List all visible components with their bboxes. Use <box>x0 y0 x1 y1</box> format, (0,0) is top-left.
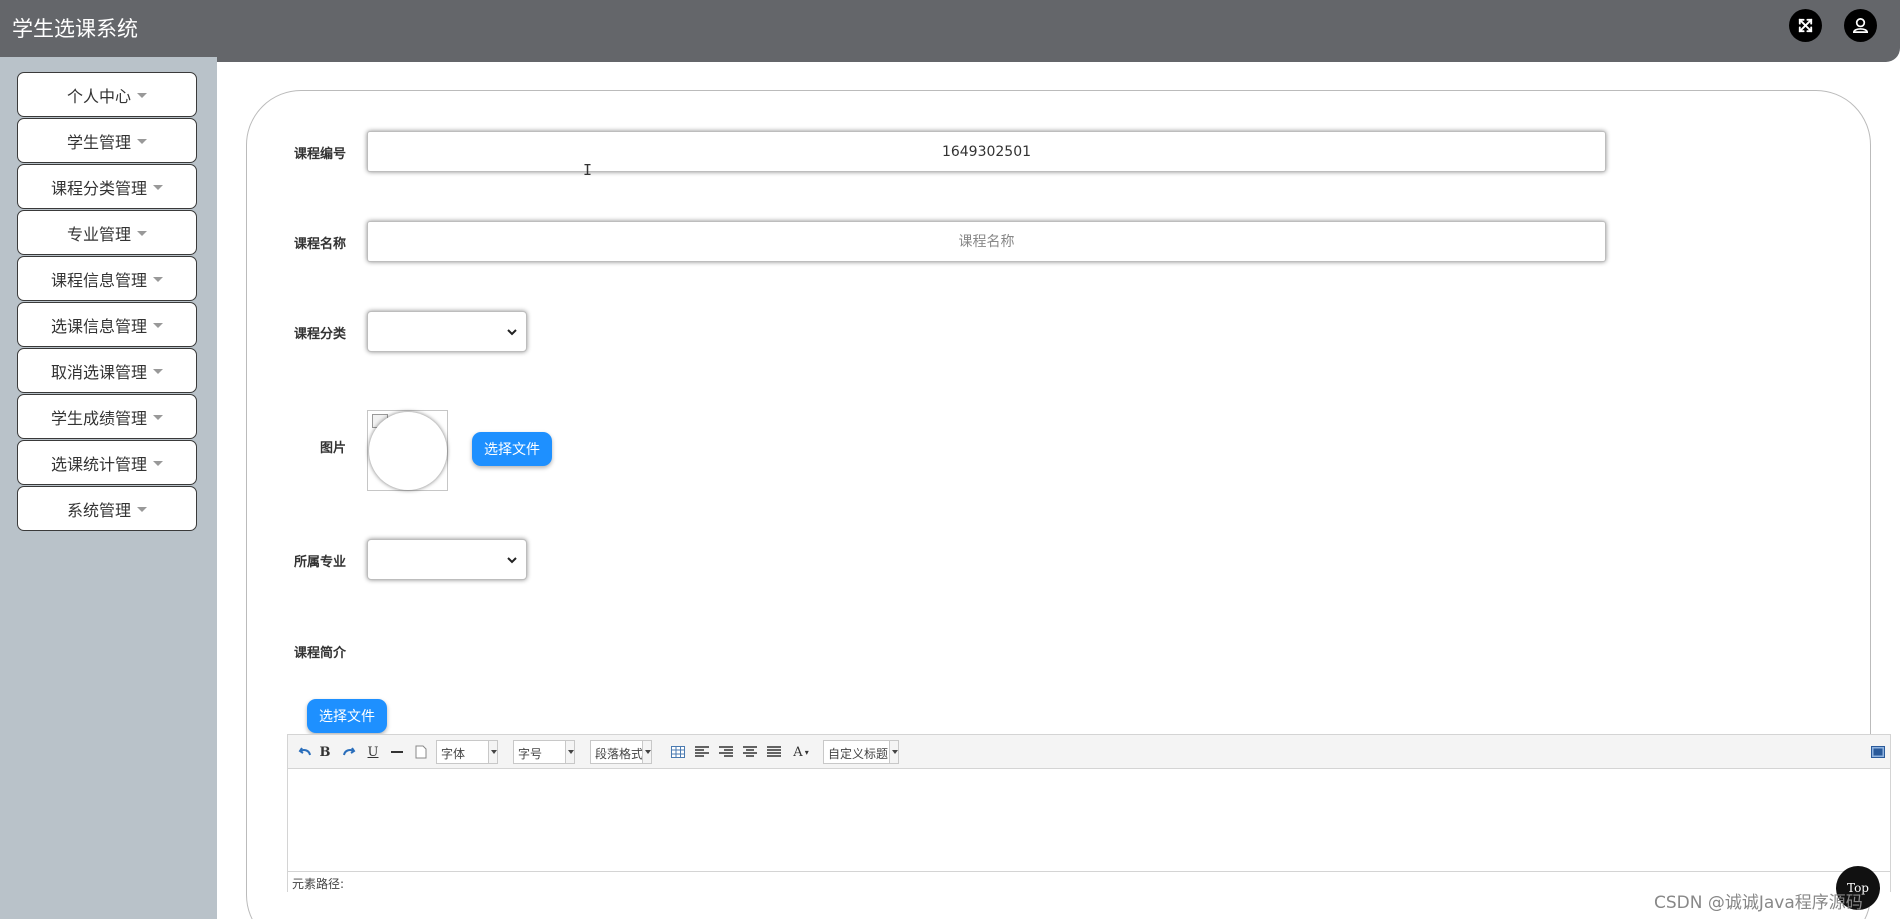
sidebar-item-grade-management[interactable]: 学生成绩管理 <box>17 394 197 439</box>
sidebar-item-course-info-management[interactable]: 课程信息管理 <box>17 256 197 301</box>
caret-down-icon <box>137 231 147 236</box>
top-header: 学生选课系统 <box>0 0 1900 62</box>
course-category-select[interactable] <box>367 311 527 352</box>
justify-icon[interactable] <box>764 742 784 762</box>
font-size-select[interactable]: 字号 <box>513 740 575 764</box>
sidebar-item-student-management[interactable]: 学生管理 <box>17 118 197 163</box>
element-path-label: 元素路径: <box>292 877 345 891</box>
dropdown-arrow-icon <box>642 741 651 763</box>
caret-down-icon <box>153 461 163 466</box>
course-intro-label: 课程简介 <box>293 646 346 661</box>
chevron-down-icon <box>507 557 517 564</box>
editor-statusbar: 元素路径: <box>288 871 1890 892</box>
caret-down-icon <box>153 323 163 328</box>
course-no-label: 课程编号 <box>293 147 346 162</box>
sidebar-item-cancel-selection-management[interactable]: 取消选课管理 <box>17 348 197 393</box>
dropdown-arrow-icon <box>488 741 497 763</box>
editor-content-area[interactable] <box>288 769 1890 871</box>
dropdown-arrow-icon <box>565 741 574 763</box>
caret-down-icon <box>153 277 163 282</box>
redo-icon[interactable] <box>339 742 359 762</box>
sidebar-item-selection-statistics[interactable]: 选课统计管理 <box>17 440 197 485</box>
chevron-down-icon <box>507 329 517 336</box>
intro-choose-file-button[interactable]: 选择文件 <box>307 699 387 733</box>
underline-icon[interactable]: U <box>363 742 383 762</box>
align-right-icon[interactable] <box>716 742 736 762</box>
custom-title-select[interactable]: 自定义标题 <box>823 740 899 764</box>
table-icon[interactable] <box>668 742 688 762</box>
horizontal-rule-icon[interactable] <box>387 742 407 762</box>
watermark-text: CSDN @诚诚Java程序源码 <box>1654 893 1863 913</box>
align-center-icon[interactable] <box>740 742 760 762</box>
course-name-label: 课程名称 <box>293 237 346 252</box>
sidebar-item-personal-center[interactable]: 个人中心 <box>17 72 197 117</box>
undo-icon[interactable] <box>295 742 315 762</box>
course-name-input[interactable] <box>367 221 1606 262</box>
caret-down-icon <box>137 507 147 512</box>
font-color-icon[interactable]: A ▾ <box>788 742 814 762</box>
course-no-input[interactable] <box>367 131 1606 172</box>
app-title: 学生选课系统 <box>12 17 138 41</box>
caret-down-icon <box>153 415 163 420</box>
fullscreen-icon[interactable] <box>1868 742 1888 762</box>
caret-down-icon <box>153 185 163 190</box>
image-preview <box>367 410 448 491</box>
fullscreen-button[interactable] <box>1789 9 1822 42</box>
rich-text-editor: B U 字体 字号 段落格式 A ▾ 自定义标题 元素路径: <box>287 734 1891 892</box>
caret-down-icon <box>137 93 147 98</box>
image-label: 图片 <box>319 441 346 456</box>
major-select[interactable] <box>367 539 527 580</box>
user-button[interactable] <box>1844 9 1877 42</box>
caret-down-icon <box>153 369 163 374</box>
paragraph-format-select[interactable]: 段落格式 <box>590 740 652 764</box>
dropdown-arrow-icon <box>889 741 898 763</box>
user-icon <box>1852 17 1869 34</box>
font-family-select[interactable]: 字体 <box>436 740 498 764</box>
image-choose-file-button[interactable]: 选择文件 <box>472 432 552 466</box>
new-page-icon[interactable] <box>411 742 431 762</box>
align-left-icon[interactable] <box>692 742 712 762</box>
text-cursor-icon: I <box>583 161 593 179</box>
fullscreen-icon <box>1798 18 1813 33</box>
caret-down-icon <box>137 139 147 144</box>
sidebar-item-course-selection-management[interactable]: 选课信息管理 <box>17 302 197 347</box>
sidebar-item-system-management[interactable]: 系统管理 <box>17 486 197 531</box>
bold-icon[interactable]: B <box>315 742 335 762</box>
major-label: 所属专业 <box>293 555 346 570</box>
editor-toolbar: B U 字体 字号 段落格式 A ▾ 自定义标题 <box>288 735 1890 769</box>
sidebar-item-course-category-management[interactable]: 课程分类管理 <box>17 164 197 209</box>
course-category-label: 课程分类 <box>293 327 346 342</box>
sidebar-item-major-management[interactable]: 专业管理 <box>17 210 197 255</box>
